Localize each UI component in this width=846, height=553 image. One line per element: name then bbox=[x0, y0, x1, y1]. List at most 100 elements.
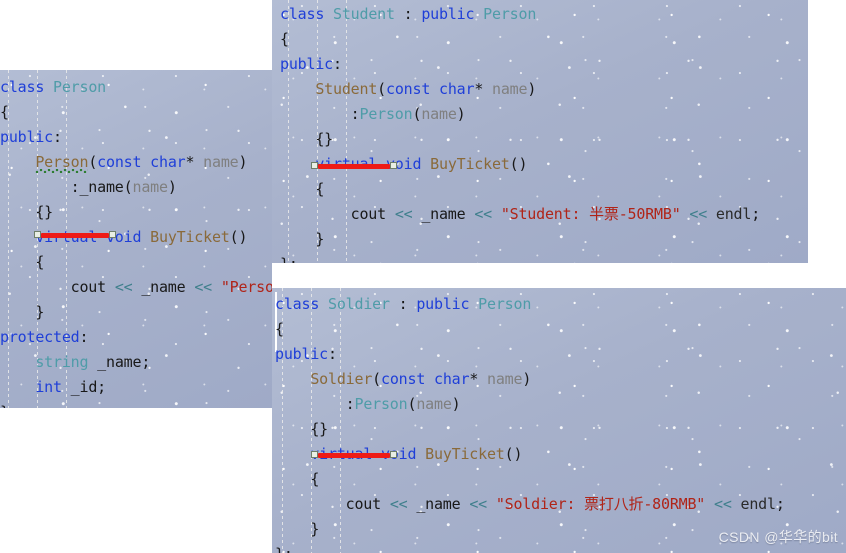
code-panel-soldier[interactable]: class Soldier : public Person {public: So… bbox=[272, 288, 846, 553]
code-line: class Soldier : public Person bbox=[275, 292, 846, 317]
code-token: name bbox=[416, 395, 452, 413]
code-token: << bbox=[469, 495, 487, 513]
code-line: {} bbox=[275, 417, 846, 442]
code-token: << bbox=[713, 495, 732, 513]
code-token: protected bbox=[0, 328, 80, 346]
code-token: Person bbox=[483, 5, 537, 23]
code-line: cout << _name << "Person: 全票-100RMB" << … bbox=[0, 275, 272, 300]
code-token: * bbox=[185, 153, 195, 171]
code-token: public bbox=[275, 345, 328, 363]
code-token: { bbox=[0, 103, 9, 121]
code-token: Student bbox=[315, 80, 378, 98]
code-line: { bbox=[275, 317, 846, 342]
code-token: ) bbox=[167, 178, 177, 196]
code-token: : bbox=[280, 105, 360, 123]
code-token: ) bbox=[456, 105, 466, 123]
annotation-underline-virtual-soldier bbox=[311, 451, 397, 458]
code-token: BuyTicket bbox=[430, 155, 510, 173]
screenshot-root: class Student : public Person { public: St… bbox=[0, 0, 846, 553]
code-line: { bbox=[0, 100, 272, 125]
code-token: endl bbox=[707, 205, 752, 223]
code-token: public bbox=[421, 5, 475, 23]
code-token: name bbox=[421, 105, 457, 123]
code-token: } bbox=[275, 520, 320, 538]
code-token: ( bbox=[377, 80, 386, 98]
code-token: {} bbox=[280, 130, 333, 148]
code-token: ( bbox=[372, 370, 381, 388]
code-token: int bbox=[35, 378, 62, 396]
code-token: }; bbox=[280, 255, 298, 263]
code-token: Person bbox=[354, 395, 408, 413]
code-token: public bbox=[0, 128, 53, 146]
code-token: }; bbox=[275, 545, 293, 553]
code-token: name bbox=[478, 370, 523, 388]
code-line: class Person bbox=[0, 75, 272, 100]
code-token: string bbox=[35, 353, 89, 371]
code-token: << bbox=[689, 205, 708, 223]
code-token: << bbox=[474, 205, 492, 223]
code-token: Person bbox=[478, 295, 532, 313]
code-token: : bbox=[328, 345, 337, 363]
code-line: protected: bbox=[0, 325, 272, 350]
code-line: { bbox=[275, 467, 846, 492]
code-panel-student[interactable]: class Student : public Person {public: St… bbox=[272, 0, 808, 263]
code-token: {} bbox=[275, 420, 328, 438]
code-token: "Soldier: 票打八折-80RMB" bbox=[486, 495, 706, 513]
code-token: ( bbox=[88, 153, 98, 171]
code-line: cout << _name << "Soldier: 票打八折-80RMB" <… bbox=[275, 492, 846, 517]
code-token: : bbox=[275, 395, 355, 413]
code-token: const char bbox=[381, 370, 470, 388]
code-token: : bbox=[53, 128, 62, 146]
code-token: "Person: 全票-100RMB" bbox=[220, 278, 272, 296]
code-block-person: class Person {public: Person(const char* … bbox=[0, 70, 272, 408]
code-token: ) bbox=[238, 153, 248, 171]
code-token: Student bbox=[333, 5, 395, 23]
annotation-underline-virtual-person bbox=[34, 231, 116, 238]
code-token: class bbox=[0, 78, 53, 96]
code-token: : bbox=[79, 328, 89, 346]
code-token: }; bbox=[0, 403, 18, 408]
annotation-underline-virtual-student bbox=[311, 162, 397, 169]
code-token: { bbox=[280, 180, 325, 198]
code-token: _name; bbox=[88, 353, 151, 371]
code-token: cout bbox=[0, 278, 115, 296]
code-token: Person bbox=[35, 153, 89, 171]
code-token: _name bbox=[407, 495, 470, 513]
code-token: "Student: 半票-50RMB" bbox=[491, 205, 681, 223]
code-token: name bbox=[194, 153, 239, 171]
code-token: Soldier bbox=[310, 370, 373, 388]
code-token: : bbox=[389, 295, 417, 313]
code-token: public bbox=[416, 295, 470, 313]
code-token: () bbox=[504, 445, 523, 463]
code-line: :Person(name) bbox=[275, 392, 846, 417]
code-token: ( bbox=[412, 105, 422, 123]
code-token: << bbox=[389, 495, 408, 513]
code-token: public bbox=[280, 55, 333, 73]
code-token: << bbox=[394, 205, 413, 223]
code-panel-person[interactable]: class Person {public: Person(const char* … bbox=[0, 70, 272, 408]
code-line: }; bbox=[280, 252, 808, 263]
code-token: : bbox=[333, 55, 342, 73]
code-line: Soldier(const char* name) bbox=[275, 367, 846, 392]
code-token: ) bbox=[451, 395, 461, 413]
code-token: {} bbox=[0, 203, 53, 221]
code-token: } bbox=[280, 230, 325, 248]
code-line: { bbox=[280, 177, 808, 202]
code-token: _id; bbox=[61, 378, 107, 396]
code-token: BuyTicket bbox=[425, 445, 505, 463]
code-token: ; bbox=[751, 205, 761, 223]
code-block-soldier: class Soldier : public Person {public: So… bbox=[272, 288, 846, 553]
code-token: { bbox=[275, 470, 320, 488]
code-line: int _id; bbox=[0, 375, 272, 400]
code-token: : bbox=[394, 5, 422, 23]
